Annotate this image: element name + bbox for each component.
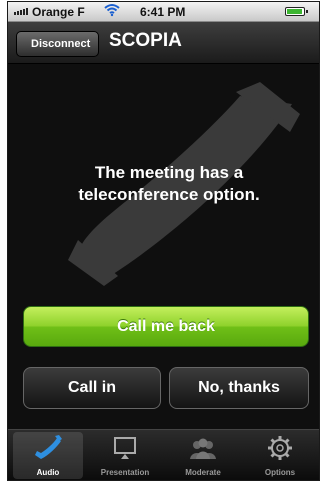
teleconference-panel: The meeting has a teleconference option.… — [8, 64, 319, 429]
wifi-icon — [104, 3, 120, 20]
gear-icon — [245, 434, 315, 462]
status-time: 6:41 PM — [140, 5, 186, 19]
tab-presentation[interactable]: Presentation — [90, 432, 160, 479]
tab-label: Options — [264, 468, 296, 477]
call-me-back-button[interactable]: Call me back — [23, 306, 309, 347]
disconnect-button[interactable]: Disconnect — [16, 31, 100, 57]
navigation-bar: Disconnect SCOPIA — [8, 22, 319, 64]
page-title: SCOPIA — [109, 30, 182, 51]
message-line: teleconference option. — [78, 185, 260, 204]
call-in-button[interactable]: Call in — [23, 367, 161, 409]
tab-label: Moderate — [185, 468, 221, 477]
no-thanks-button[interactable]: No, thanks — [169, 367, 309, 409]
app-screen: Orange F 6:41 PM Disconnect SCOPIA The m… — [7, 1, 320, 481]
signal-strength-icon — [14, 8, 28, 15]
carrier-name: Orange F — [32, 5, 85, 19]
monitor-icon — [90, 434, 160, 462]
tab-label: Audio — [36, 468, 60, 477]
tab-options[interactable]: Options — [245, 432, 315, 479]
people-icon — [168, 434, 238, 462]
message-line: The meeting has a — [94, 163, 244, 182]
teleconference-message: The meeting has a teleconference option. — [24, 162, 314, 206]
battery-icon — [285, 7, 308, 16]
tab-bar: Audio Presentation Moderate Options — [8, 429, 319, 480]
status-bar: Orange F 6:41 PM — [8, 2, 319, 22]
phone-icon — [13, 434, 83, 462]
tab-audio[interactable]: Audio — [13, 432, 83, 479]
tab-label: Presentation — [100, 468, 150, 477]
tab-moderate[interactable]: Moderate — [168, 432, 238, 479]
